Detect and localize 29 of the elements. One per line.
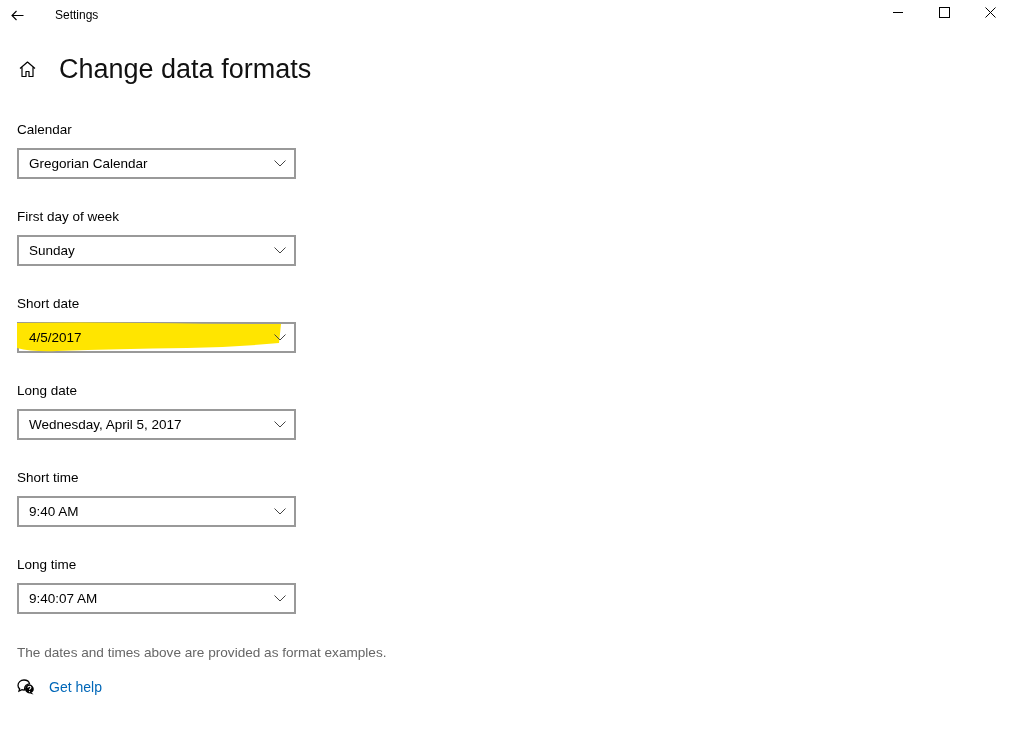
field-label: First day of week — [17, 208, 120, 226]
field-label: Long time — [17, 556, 77, 574]
back-arrow-icon — [10, 9, 24, 21]
home-button[interactable] — [17, 59, 37, 79]
chevron-down-icon — [274, 160, 286, 167]
field-label: Long date — [17, 382, 78, 400]
chevron-down-icon — [274, 421, 286, 428]
dropdown[interactable]: Sunday — [17, 235, 296, 266]
help-link[interactable]: Get help — [49, 679, 102, 695]
dropdown[interactable]: 9:40:07 AM — [17, 583, 296, 614]
field-label: Calendar — [17, 121, 72, 139]
field-label: Short time — [17, 469, 79, 487]
maximize-icon — [938, 6, 950, 18]
dropdown[interactable]: Wednesday, April 5, 2017 — [17, 409, 296, 440]
minimize-icon — [893, 11, 903, 13]
dropdown[interactable]: 4/5/2017 — [17, 322, 296, 353]
dropdown[interactable]: Gregorian Calendar — [17, 148, 296, 179]
close-icon — [984, 6, 996, 18]
chevron-down-icon — [274, 508, 286, 515]
help-chat-icon — [17, 679, 34, 695]
chevron-down-icon — [274, 334, 286, 341]
field-label: Short date — [17, 295, 80, 313]
note-text: The dates and times above are provided as format examples. — [17, 644, 388, 662]
page-title: Change data formats — [59, 53, 312, 86]
chevron-down-icon — [274, 247, 286, 254]
chevron-down-icon — [274, 595, 286, 602]
window-title: Settings — [55, 8, 99, 22]
dropdown[interactable]: 9:40 AM — [17, 496, 296, 527]
home-icon — [18, 61, 36, 77]
